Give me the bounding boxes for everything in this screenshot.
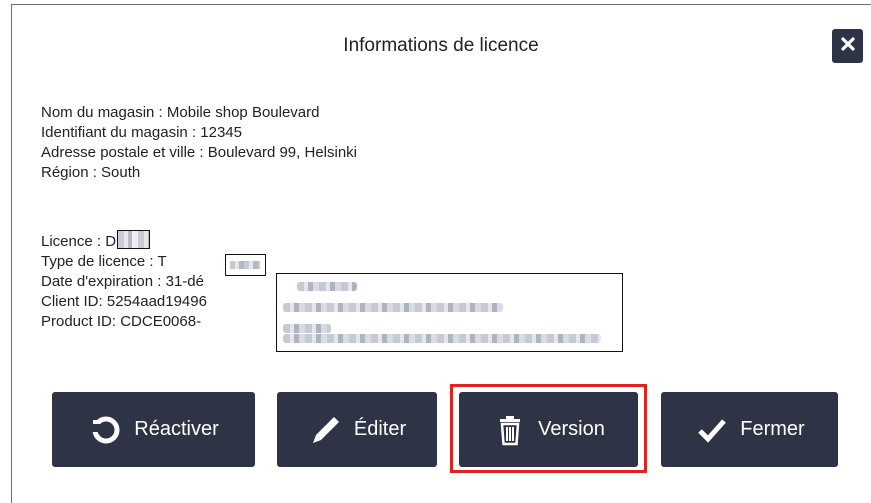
reactivate-label: Réactiver — [134, 418, 219, 440]
store-address: Adresse postale et ville : Boulevard 99,… — [41, 144, 357, 161]
checkmark-icon — [694, 412, 730, 448]
redacted-licence-type — [225, 254, 266, 276]
edit-button[interactable]: Éditer — [277, 392, 437, 467]
license-info: Licence : D Type de licence : T Date d'e… — [41, 230, 207, 332]
store-region: Région : South — [41, 164, 141, 181]
close-dialog-button[interactable] — [832, 29, 863, 63]
store-id: Identifiant du magasin : 12345 — [41, 124, 242, 141]
expiration-date: Date d'expiration : 31-dé — [41, 273, 204, 290]
refresh-icon — [88, 412, 124, 448]
product-id: Product ID: CDCE0068- — [41, 313, 202, 330]
pencil-icon — [308, 412, 344, 448]
version-highlight — [450, 384, 647, 473]
licence-type: Type de licence : T — [41, 253, 167, 270]
close-icon — [840, 36, 855, 56]
licence-value: Licence : D — [41, 233, 117, 250]
client-id: Client ID: 5254aad19496 — [41, 293, 207, 310]
edit-label: Éditer — [353, 418, 407, 440]
dialog-title: Informations de licence — [343, 35, 539, 56]
redacted-ids-box — [276, 273, 623, 352]
reactivate-button[interactable]: Réactiver — [52, 392, 255, 467]
redacted-licence — [117, 230, 151, 249]
close-button[interactable]: Fermer — [661, 392, 838, 467]
close-label: Fermer — [740, 418, 805, 440]
store-info: Nom du magasin : Mobile shop Boulevard I… — [41, 103, 357, 183]
store-name: Nom du magasin : Mobile shop Boulevard — [41, 104, 320, 121]
